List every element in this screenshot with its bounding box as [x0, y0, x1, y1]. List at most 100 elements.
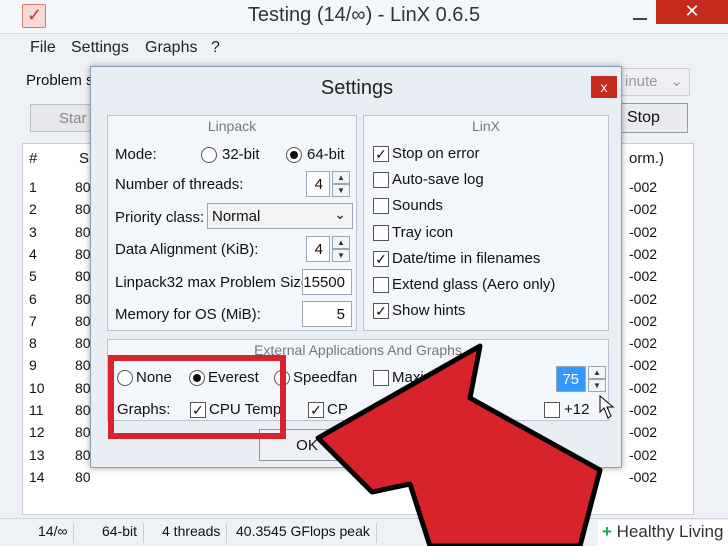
- row-number: 8: [29, 335, 37, 352]
- window-close-button[interactable]: ✕: [656, 0, 728, 24]
- threads-input[interactable]: 4: [306, 171, 330, 197]
- watermark-text: Healthy Living: [616, 522, 724, 541]
- mode-64bit-label[interactable]: 64-bit: [307, 146, 345, 163]
- duration-select[interactable]: inute ⌄: [620, 68, 690, 96]
- linx-option-label[interactable]: Extend glass (Aero only): [392, 276, 555, 293]
- stop-button[interactable]: Stop: [618, 103, 688, 133]
- row-residual: -002: [629, 335, 658, 352]
- linx-group-title: LinX: [471, 118, 501, 134]
- menu-file[interactable]: File: [30, 39, 56, 57]
- linx-option-label[interactable]: Date/time in filenames: [392, 250, 540, 267]
- alignment-input[interactable]: 4: [306, 236, 330, 262]
- row-number: 1: [29, 179, 37, 195]
- cpu-graph-checkbox[interactable]: ✓: [308, 402, 324, 418]
- linx-option-checkbox[interactable]: ✓: [373, 303, 389, 320]
- chevron-down-icon: ⌄: [334, 206, 346, 222]
- row-size: 80: [75, 468, 91, 485]
- chevron-down-icon: ⌄: [670, 73, 683, 90]
- menu-graphs[interactable]: Graphs: [145, 39, 197, 57]
- linx-option-checkbox[interactable]: [373, 198, 389, 215]
- linx-option-checkbox[interactable]: ✓: [373, 146, 389, 162]
- row-size: 80: [75, 290, 91, 307]
- row-size: 80: [75, 179, 91, 195]
- menu-help[interactable]: ?: [211, 39, 220, 57]
- row-residual: -002: [629, 379, 658, 396]
- priority-label: Priority class:: [115, 209, 205, 226]
- column-header-residual[interactable]: orm.): [629, 150, 664, 167]
- watermark: + Healthy Living: [598, 520, 728, 546]
- row-size: 80: [75, 446, 91, 463]
- row-residual: -002: [629, 312, 658, 329]
- watermark-plus-icon: +: [602, 522, 612, 541]
- plus12-label[interactable]: +12: [564, 401, 589, 418]
- linx-option-label[interactable]: Sounds: [392, 197, 443, 214]
- window-title: Testing (14/∞) - LinX 0.6.5: [247, 4, 481, 26]
- mode-32bit-label[interactable]: 32-bit: [222, 146, 260, 163]
- problem-size-label: Problem si: [26, 72, 97, 89]
- row-size: 80: [75, 245, 91, 262]
- linx-option-checkbox[interactable]: [373, 224, 389, 241]
- row-residual: -002: [629, 290, 658, 307]
- status-mode: 64-bit: [96, 523, 145, 543]
- row-size: 80: [75, 335, 91, 352]
- row-size: 80: [75, 312, 91, 329]
- title-bar: ✓ Testing (14/∞) - LinX 0.6.5 ✕: [0, 0, 728, 34]
- row-residual: -002: [629, 268, 658, 285]
- row-size: 80: [75, 223, 91, 240]
- status-tests: 14/∞: [32, 523, 75, 543]
- row-number: 13: [29, 446, 45, 463]
- linx-option-label[interactable]: Tray icon: [392, 224, 453, 241]
- mode-32bit-radio[interactable]: [201, 147, 217, 163]
- maximum-label[interactable]: Maximum al: [392, 369, 473, 386]
- row-residual: -002: [629, 468, 658, 485]
- max-problem-label: Linpack32 max Problem Size:: [115, 274, 314, 291]
- column-header-number[interactable]: #: [29, 150, 37, 167]
- row-residual: -002: [629, 179, 658, 195]
- linx-option-checkbox[interactable]: ✓: [373, 250, 389, 267]
- row-residual: -002: [629, 245, 658, 262]
- maximum-value-input[interactable]: 75: [556, 366, 586, 392]
- row-number: 4: [29, 245, 37, 262]
- linx-option-label[interactable]: Show hints: [392, 302, 465, 319]
- row-size: 80: [75, 268, 91, 285]
- linx-option-checkbox[interactable]: [373, 172, 389, 189]
- alignment-spinner[interactable]: ▲ ▼: [332, 236, 350, 262]
- row-number: 5: [29, 268, 37, 285]
- priority-select[interactable]: Normal ⌄: [207, 203, 353, 229]
- priority-select-value: Normal: [212, 208, 261, 225]
- linx-option-label[interactable]: Stop on error: [392, 145, 480, 162]
- row-number: 7: [29, 312, 37, 329]
- row-residual: -002: [629, 201, 658, 218]
- threads-label: Number of threads:: [115, 176, 244, 193]
- row-size: 80: [75, 424, 91, 441]
- plus12-checkbox[interactable]: [544, 402, 560, 418]
- row-residual: -002: [629, 402, 658, 418]
- row-number: 14: [29, 468, 45, 485]
- dialog-close-button[interactable]: x: [591, 76, 617, 98]
- max-problem-input[interactable]: 15500: [302, 269, 352, 295]
- maximum-checkbox[interactable]: [373, 370, 389, 386]
- menu-bar: File Settings Graphs ?: [0, 36, 728, 60]
- linx-option-checkbox[interactable]: [373, 277, 389, 293]
- row-residual: -002: [629, 446, 658, 463]
- mode-64bit-radio[interactable]: [286, 147, 302, 163]
- linpack-group-title: Linpack: [207, 118, 257, 134]
- row-number: 11: [29, 402, 44, 418]
- row-size: 80: [75, 201, 91, 218]
- linx-option-label[interactable]: Auto-save log: [392, 171, 484, 188]
- minimize-button[interactable]: [624, 6, 656, 26]
- row-number: 6: [29, 290, 37, 307]
- mode-label: Mode:: [115, 146, 157, 163]
- threads-spinner[interactable]: ▲ ▼: [332, 171, 350, 197]
- maximum-spinner[interactable]: ▲ ▼: [588, 366, 606, 392]
- menu-settings[interactable]: Settings: [71, 39, 129, 57]
- row-residual: -002: [629, 424, 658, 441]
- row-residual: -002: [629, 223, 658, 240]
- cpu-graph-label[interactable]: CP: [327, 401, 348, 418]
- alignment-label: Data Alignment (KiB):: [115, 241, 259, 258]
- source-speedfan-label[interactable]: Speedfan: [293, 369, 357, 386]
- row-number: 10: [29, 379, 45, 396]
- memory-input[interactable]: 5: [302, 301, 352, 327]
- linx-group: LinX ✓ Stop on error Auto-save log Sounds Tr…: [363, 115, 609, 331]
- table-row[interactable]: 14 80 -002: [23, 466, 693, 488]
